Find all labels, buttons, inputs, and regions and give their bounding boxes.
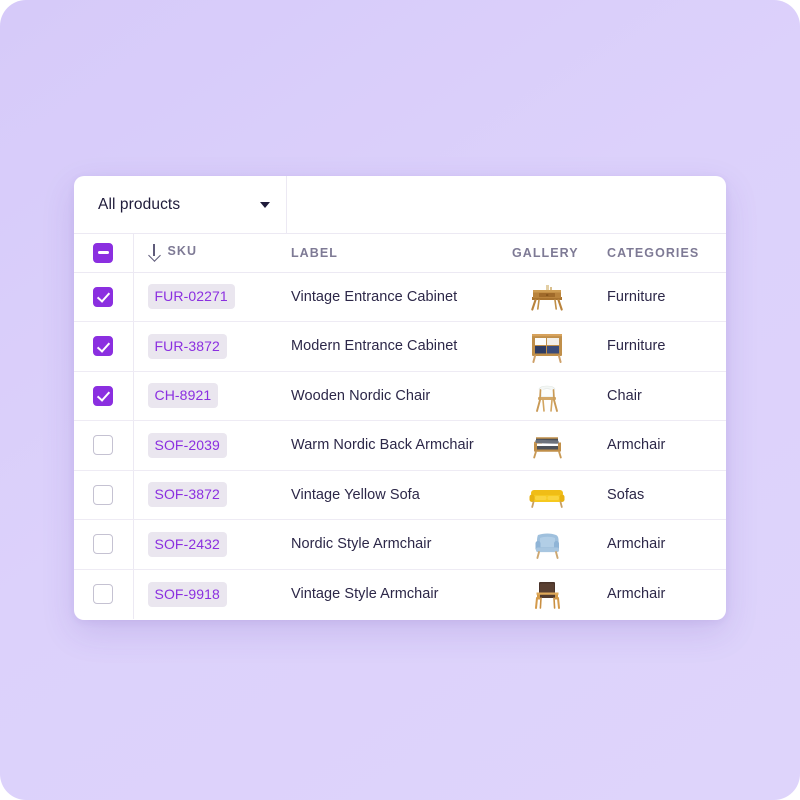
category-label: Chair bbox=[607, 387, 642, 404]
yellow-sofa-thumbnail[interactable] bbox=[525, 475, 569, 515]
column-header-sku-label: SKU bbox=[167, 244, 198, 259]
products-table: SKU LABEL GALLERY CATEGORIES FUR-02271 Vi… bbox=[74, 234, 726, 619]
category-label: Sofas bbox=[607, 486, 645, 503]
sku-cell: SOF-2432 bbox=[133, 519, 279, 570]
gallery-cell bbox=[509, 569, 607, 619]
product-filter-select-value: All products bbox=[98, 196, 181, 213]
sku-badge[interactable]: SOF-2039 bbox=[147, 432, 227, 458]
label-cell: Modern Entrance Cabinet bbox=[279, 321, 509, 372]
sku-badge[interactable]: SOF-2432 bbox=[147, 531, 227, 557]
categories-cell: Armchair bbox=[607, 420, 726, 471]
label-cell: Warm Nordic Back Armchair bbox=[279, 420, 509, 471]
row-select-checkbox[interactable] bbox=[93, 286, 113, 307]
table-row[interactable]: FUR-02271 Vintage Entrance Cabinet Furnit… bbox=[74, 272, 726, 322]
product-filter-select[interactable]: All products bbox=[74, 176, 287, 234]
product-label: Wooden Nordic Chair bbox=[291, 387, 431, 404]
arrow-down-icon bbox=[148, 243, 161, 259]
label-cell: Vintage Entrance Cabinet bbox=[279, 272, 509, 322]
categories-cell: Sofas bbox=[607, 470, 726, 520]
row-select-checkbox[interactable] bbox=[93, 435, 113, 456]
product-label: Nordic Style Armchair bbox=[291, 536, 432, 553]
categories-cell: Armchair bbox=[607, 519, 726, 570]
white-wooden-chair-thumbnail[interactable] bbox=[525, 376, 569, 416]
column-header-categories[interactable]: CATEGORIES bbox=[607, 234, 726, 273]
categories-cell: Furniture bbox=[607, 272, 726, 322]
product-label: Vintage Yellow Sofa bbox=[291, 486, 420, 503]
product-label: Vintage Entrance Cabinet bbox=[291, 288, 458, 305]
table-row[interactable]: CH-8921 Wooden Nordic Chair Chair bbox=[74, 371, 726, 421]
column-header-sku[interactable]: SKU bbox=[133, 234, 279, 273]
category-label: Furniture bbox=[607, 338, 666, 355]
brown-wooden-armchair-thumbnail[interactable] bbox=[525, 574, 569, 614]
row-select-checkbox[interactable] bbox=[93, 534, 113, 555]
column-header-label-text: LABEL bbox=[291, 245, 338, 260]
row-select-checkbox[interactable] bbox=[93, 484, 113, 505]
row-select-checkbox[interactable] bbox=[93, 385, 113, 406]
category-label: Furniture bbox=[607, 288, 666, 305]
row-select-cell bbox=[74, 272, 134, 322]
categories-cell: Armchair bbox=[607, 569, 726, 619]
categories-cell: Chair bbox=[607, 371, 726, 421]
label-cell: Vintage Style Armchair bbox=[279, 569, 509, 619]
sku-badge[interactable]: SOF-3872 bbox=[147, 482, 227, 508]
gallery-cell bbox=[509, 321, 607, 372]
table-body: FUR-02271 Vintage Entrance Cabinet Furnit… bbox=[74, 272, 726, 619]
product-label: Modern Entrance Cabinet bbox=[291, 338, 458, 355]
sku-badge[interactable]: FUR-3872 bbox=[147, 333, 227, 359]
table-row[interactable]: SOF-2039 Warm Nordic Back Armchair Armcha… bbox=[74, 420, 726, 471]
label-cell: Vintage Yellow Sofa bbox=[279, 470, 509, 520]
sku-badge[interactable]: FUR-02271 bbox=[147, 284, 235, 310]
gallery-cell bbox=[509, 371, 607, 421]
gallery-cell bbox=[509, 420, 607, 471]
table-row[interactable]: SOF-2432 Nordic Style Armchair Armchair bbox=[74, 519, 726, 570]
products-table-card: All products SKU LABEL GALLERY CATEGORIE… bbox=[74, 176, 726, 620]
categories-cell: Furniture bbox=[607, 321, 726, 372]
category-label: Armchair bbox=[607, 586, 666, 602]
row-select-cell bbox=[74, 519, 134, 570]
gallery-cell bbox=[509, 470, 607, 520]
table-toolbar: All products bbox=[74, 176, 726, 234]
row-select-cell bbox=[74, 321, 134, 372]
wooden-console-cabinet-thumbnail[interactable] bbox=[525, 277, 569, 317]
table-header: SKU LABEL GALLERY CATEGORIES bbox=[74, 234, 726, 273]
sku-cell: FUR-02271 bbox=[133, 272, 279, 322]
gallery-cell bbox=[509, 519, 607, 570]
sku-badge[interactable]: SOF-9918 bbox=[147, 581, 227, 607]
product-label: Vintage Style Armchair bbox=[291, 586, 439, 602]
sku-cell: FUR-3872 bbox=[133, 321, 279, 372]
row-select-cell bbox=[74, 569, 134, 619]
gallery-cell bbox=[509, 272, 607, 322]
category-label: Armchair bbox=[607, 536, 666, 553]
column-header-label[interactable]: LABEL bbox=[279, 234, 509, 273]
table-row[interactable]: SOF-9918 Vintage Style Armchair Armchair bbox=[74, 569, 726, 619]
sku-cell: SOF-9918 bbox=[133, 569, 279, 619]
table-row[interactable]: FUR-3872 Modern Entrance Cabinet Furnitur… bbox=[74, 321, 726, 372]
chevron-down-icon bbox=[260, 202, 270, 208]
select-all-header bbox=[74, 234, 134, 273]
navy-white-sideboard-thumbnail[interactable] bbox=[525, 326, 569, 366]
label-cell: Nordic Style Armchair bbox=[279, 519, 509, 570]
grey-cushion-armchair-thumbnail[interactable] bbox=[525, 425, 569, 465]
sku-cell: SOF-2039 bbox=[133, 420, 279, 471]
sku-cell: SOF-3872 bbox=[133, 470, 279, 520]
row-select-cell bbox=[74, 420, 134, 471]
sku-badge[interactable]: CH-8921 bbox=[147, 383, 219, 409]
page-background: All products SKU LABEL GALLERY CATEGORIE… bbox=[0, 0, 800, 800]
row-select-checkbox[interactable] bbox=[93, 336, 113, 357]
product-label: Warm Nordic Back Armchair bbox=[291, 437, 474, 454]
row-select-cell bbox=[74, 371, 134, 421]
table-header-row: SKU LABEL GALLERY CATEGORIES bbox=[74, 234, 726, 273]
row-select-cell bbox=[74, 470, 134, 520]
select-all-checkbox[interactable] bbox=[93, 242, 113, 263]
row-select-checkbox[interactable] bbox=[93, 584, 113, 604]
label-cell: Wooden Nordic Chair bbox=[279, 371, 509, 421]
category-label: Armchair bbox=[607, 437, 666, 454]
sku-cell: CH-8921 bbox=[133, 371, 279, 421]
column-header-gallery[interactable]: GALLERY bbox=[509, 234, 607, 273]
column-header-categories-text: CATEGORIES bbox=[607, 245, 700, 260]
column-header-gallery-text: GALLERY bbox=[512, 245, 579, 260]
table-row[interactable]: SOF-3872 Vintage Yellow Sofa Sofas bbox=[74, 470, 726, 520]
blue-upholstered-armchair-thumbnail[interactable] bbox=[525, 524, 569, 564]
